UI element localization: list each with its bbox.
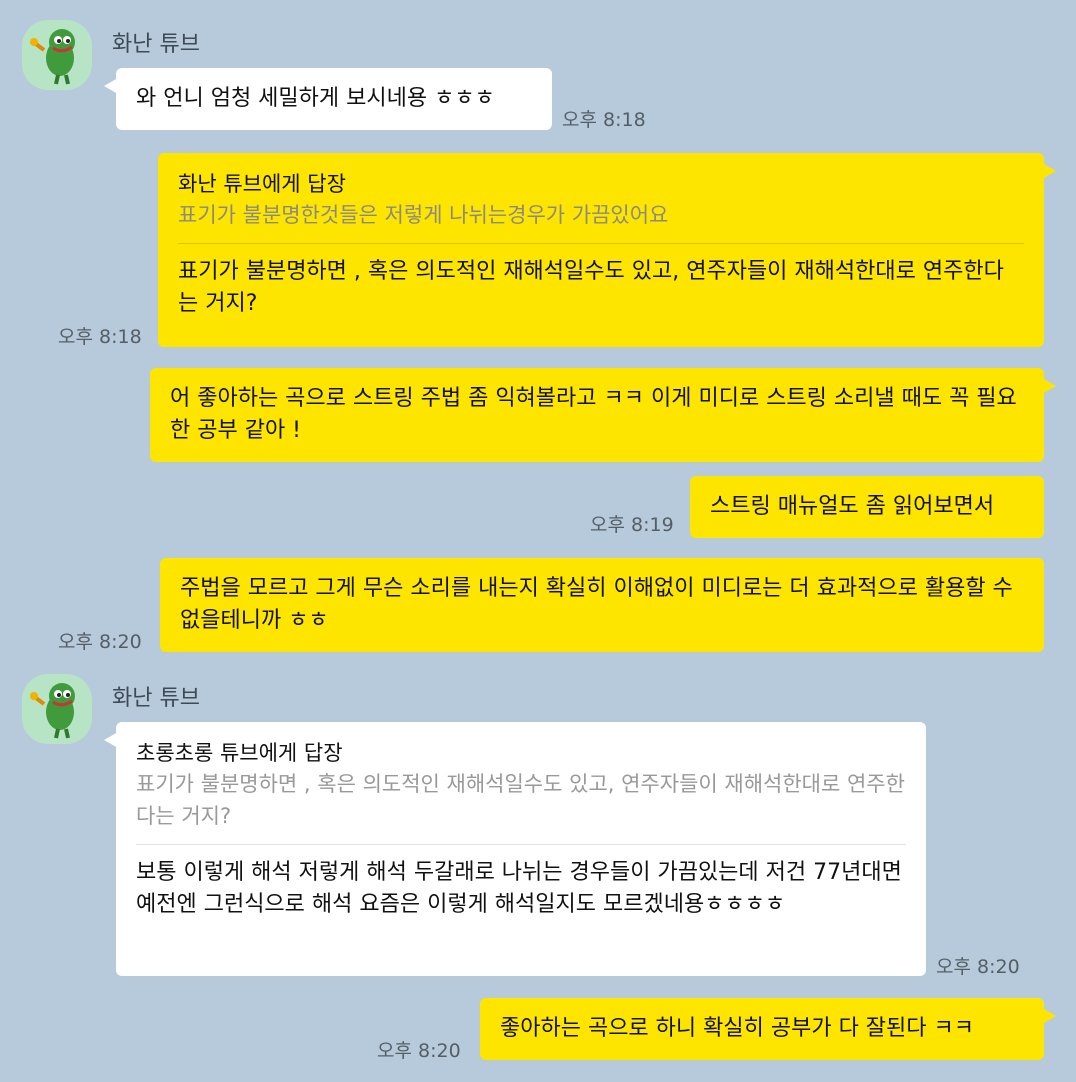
reply-divider [178,243,1024,244]
reply-header: 화난 튜브에게 답장 [178,172,346,196]
message-text: 표기가 불분명하면 , 혹은 의도적인 재해석일수도 있고, 연주자들이 재해석… [178,259,1004,316]
message-bubble[interactable]: 좋아하는 곡으로 하니 확실히 공부가 다 잘된다 ㅋㅋ [480,998,1056,1060]
reply-bubble[interactable]: 화난 튜브에게 답장 표기가 불분명한것들은 저렇게 나뉘는경우가 가끔있어요 … [158,153,1056,347]
avatar[interactable] [22,674,92,744]
sender-name: 화난 튜브 [112,32,200,57]
message-time: 오후 8:20 [936,956,1020,978]
sender-name: 화난 튜브 [112,686,200,711]
message-time: 오후 8:18 [562,109,646,131]
message-bubble[interactable]: 와 언니 엄청 세밀하게 보시네용 ㅎㅎㅎ [104,68,552,130]
message-bubble[interactable]: 주법을 모르고 그게 무슨 소리를 내는지 확실히 이해없이 미디로는 더 효과… [160,558,1044,652]
message-bubble[interactable]: 어 좋아하는 곡으로 스트링 주법 좀 익혀볼라고 ㅋㅋ 이게 미디로 스트링 … [150,368,1056,462]
angry-tube-avatar-icon [30,683,75,739]
angry-tube-avatar-icon [30,29,75,85]
message-time: 오후 8:20 [377,1040,461,1062]
reply-quote[interactable]: 표기가 불분명하면 , 혹은 의도적인 재해석일수도 있고, 연주자들이 재해석… [136,768,906,832]
reply-header: 초롱초롱 튜브에게 답장 [136,741,343,765]
message-text: 스트링 매뉴얼도 좀 읽어보면서 [710,494,995,519]
message-text: 주법을 모르고 그게 무슨 소리를 내는지 확실히 이해없이 미디로는 더 효과… [180,576,1013,633]
message-time: 오후 8:20 [58,631,142,653]
reply-quote[interactable]: 표기가 불분명한것들은 저렇게 나뉘는경우가 가끔있어요 [178,199,1024,231]
reply-divider [136,844,906,845]
message-text: 보통 이렇게 해석 저렇게 해석 두갈래로 나뉘는 경우들이 가끔있는데 저건 … [136,860,902,917]
reply-bubble[interactable]: 초롱초롱 튜브에게 답장 표기가 불분명하면 , 혹은 의도적인 재해석일수도 … [104,722,926,976]
message-text: 와 언니 엄청 세밀하게 보시네용 ㅎㅎㅎ [136,86,495,111]
message-text: 좋아하는 곡으로 하니 확실히 공부가 다 잘된다 ㅋㅋ [500,1016,974,1041]
message-time: 오후 8:19 [590,514,674,536]
message-text: 어 좋아하는 곡으로 스트링 주법 좀 익혀볼라고 ㅋㅋ 이게 미디로 스트링 … [170,386,1017,443]
message-bubble[interactable]: 스트링 매뉴얼도 좀 읽어보면서 [690,476,1044,538]
avatar[interactable] [22,20,92,90]
message-time: 오후 8:18 [58,326,142,348]
